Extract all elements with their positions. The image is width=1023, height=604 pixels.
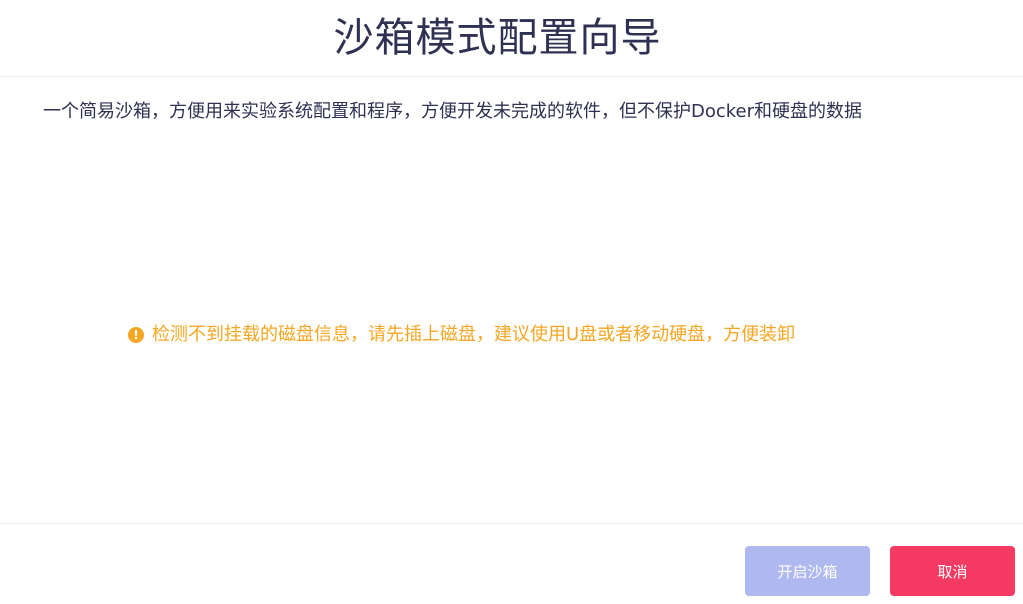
cancel-button[interactable]: 取消 <box>890 546 1015 596</box>
dialog-header: 沙箱模式配置向导 <box>0 0 1023 77</box>
warning-text: 检测不到挂载的磁盘信息，请先插上磁盘，建议使用U盘或者移动硬盘，方便装卸 <box>152 324 796 345</box>
sandbox-description: 一个简易沙箱，方便用来实验系统配置和程序，方便开发未完成的软件，但不保护Dock… <box>43 101 863 122</box>
enable-sandbox-button[interactable]: 开启沙箱 <box>745 546 870 596</box>
dialog-title: 沙箱模式配置向导 <box>333 15 662 61</box>
warning-circle-icon: ! <box>128 327 144 343</box>
disk-warning-message: ! 检测不到挂载的磁盘信息，请先插上磁盘，建议使用U盘或者移动硬盘，方便装卸 <box>128 323 795 347</box>
sandbox-wizard-dialog: 沙箱模式配置向导 一个简易沙箱，方便用来实验系统配置和程序，方便开发未完成的软件… <box>0 0 1023 604</box>
dialog-footer: 开启沙箱 取消 <box>0 523 1023 604</box>
